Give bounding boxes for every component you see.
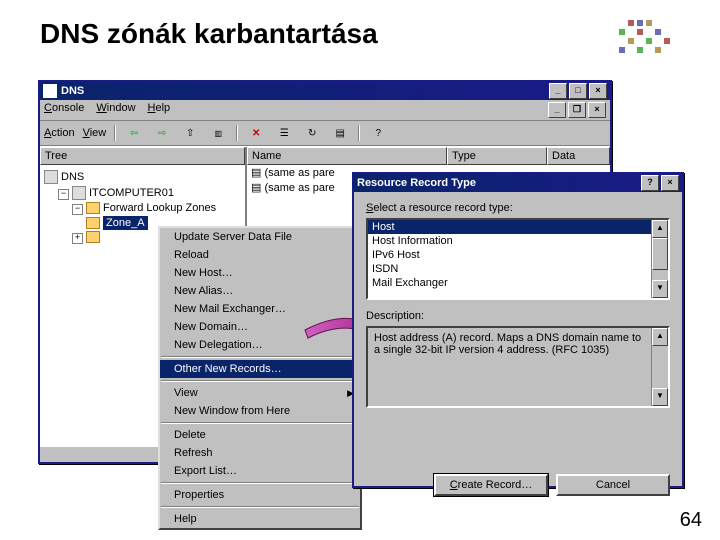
- cancel-button[interactable]: Cancel: [556, 474, 670, 496]
- expand-icon[interactable]: +: [72, 233, 83, 244]
- dialog-title: Resource Record Type: [357, 177, 476, 189]
- slide-page-number: 64: [680, 509, 702, 532]
- collapse-icon[interactable]: −: [58, 189, 69, 200]
- export-toolbar-button[interactable]: ▤: [330, 123, 350, 143]
- ctx-new-host[interactable]: New Host…: [160, 264, 360, 282]
- server-icon: [72, 186, 86, 200]
- minimize-button[interactable]: _: [549, 83, 567, 99]
- listbox-scrollbar[interactable]: ▲ ▼: [651, 220, 668, 298]
- context-menu: Update Server Data File Reload New Host……: [158, 226, 362, 530]
- properties-toolbar-button[interactable]: ☰: [274, 123, 294, 143]
- refresh-toolbar-button[interactable]: ↻: [302, 123, 322, 143]
- decorative-dots: [619, 20, 670, 53]
- option-host-info[interactable]: Host Information: [368, 234, 668, 248]
- help-toolbar-button[interactable]: ?: [368, 123, 388, 143]
- resource-record-dialog: Resource Record Type ? × Select a resour…: [352, 172, 684, 488]
- scroll-up-icon[interactable]: ▲: [652, 328, 668, 346]
- ctx-new-alias[interactable]: New Alias…: [160, 282, 360, 300]
- ctx-refresh[interactable]: Refresh: [160, 444, 360, 462]
- menu-action[interactable]: Action: [44, 127, 75, 139]
- ctx-view[interactable]: View▶: [160, 384, 360, 402]
- option-host[interactable]: Host: [368, 220, 668, 234]
- ctx-reload[interactable]: Reload: [160, 246, 360, 264]
- scroll-up-icon[interactable]: ▲: [652, 220, 668, 238]
- tree-header: Tree: [40, 147, 245, 165]
- dialog-help-button[interactable]: ?: [641, 175, 659, 191]
- option-isdn[interactable]: ISDN: [368, 262, 668, 276]
- col-data[interactable]: Data: [547, 147, 610, 165]
- description-label: Description:: [366, 310, 670, 322]
- description-text: Host address (A) record. Maps a DNS doma…: [374, 332, 641, 356]
- scroll-down-icon[interactable]: ▼: [652, 388, 668, 406]
- ctx-help[interactable]: Help: [160, 510, 360, 528]
- menu-console[interactable]: Console: [44, 102, 84, 118]
- show-hide-button[interactable]: ▥: [208, 123, 228, 143]
- desc-scrollbar[interactable]: ▲ ▼: [651, 328, 668, 406]
- ctx-new-window[interactable]: New Window from Here: [160, 402, 360, 420]
- col-name[interactable]: Name: [247, 147, 447, 165]
- ctx-export-list[interactable]: Export List…: [160, 462, 360, 480]
- ctx-properties[interactable]: Properties: [160, 486, 360, 504]
- child-restore-button[interactable]: ❐: [568, 102, 586, 118]
- delete-toolbar-button[interactable]: ✕: [246, 123, 266, 143]
- mmc-titlebar[interactable]: DNS _ □ ×: [40, 82, 610, 100]
- record-type-listbox[interactable]: Host Host Information IPv6 Host ISDN Mai…: [366, 218, 670, 300]
- back-button[interactable]: ⇦: [124, 123, 144, 143]
- maximize-button[interactable]: □: [569, 83, 587, 99]
- close-button[interactable]: ×: [589, 83, 607, 99]
- menu-help[interactable]: Help: [148, 102, 171, 118]
- description-box: Host address (A) record. Maps a DNS doma…: [366, 326, 670, 408]
- menu-view[interactable]: View: [83, 127, 107, 139]
- select-label: Select a resource record type:: [366, 202, 670, 214]
- option-mx[interactable]: Mail Exchanger: [368, 276, 668, 290]
- zone-icon: [86, 217, 100, 229]
- mmc-toolbar: Action View ⇦ ⇨ ⇧ ▥ ✕ ☰ ↻ ▤ ?: [40, 121, 610, 146]
- dialog-close-button[interactable]: ×: [661, 175, 679, 191]
- menu-window[interactable]: Window: [96, 102, 135, 118]
- collapse-icon[interactable]: −: [72, 204, 83, 215]
- ctx-other-new-records[interactable]: Other New Records…: [160, 360, 360, 378]
- scroll-thumb[interactable]: [652, 238, 668, 270]
- dialog-titlebar[interactable]: Resource Record Type ? ×: [354, 174, 682, 192]
- forward-button[interactable]: ⇨: [152, 123, 172, 143]
- ctx-new-delegation[interactable]: New Delegation…: [160, 336, 360, 354]
- app-icon: [43, 84, 57, 98]
- tree-server[interactable]: −ITCOMPUTER01: [44, 185, 241, 201]
- tree-root-dns[interactable]: DNS: [44, 169, 241, 185]
- mmc-menubar: Console Window Help _ ❐ ×: [40, 100, 610, 121]
- folder-icon: [86, 231, 100, 243]
- child-minimize-button[interactable]: _: [548, 102, 566, 118]
- option-ipv6[interactable]: IPv6 Host: [368, 248, 668, 262]
- tree-flz[interactable]: −Forward Lookup Zones: [44, 201, 241, 216]
- dns-icon: [44, 170, 58, 184]
- window-title: DNS: [61, 85, 84, 97]
- ctx-new-domain[interactable]: New Domain…: [160, 318, 360, 336]
- ctx-update-server-data[interactable]: Update Server Data File: [160, 228, 360, 246]
- scroll-down-icon[interactable]: ▼: [652, 280, 668, 298]
- ctx-new-mx[interactable]: New Mail Exchanger…: [160, 300, 360, 318]
- ctx-delete[interactable]: Delete: [160, 426, 360, 444]
- child-close-button[interactable]: ×: [588, 102, 606, 118]
- create-record-button[interactable]: Create Record…: [434, 474, 548, 496]
- up-button[interactable]: ⇧: [180, 123, 200, 143]
- folder-icon: [86, 202, 100, 214]
- col-type[interactable]: Type: [447, 147, 547, 165]
- slide-title: DNS zónák karbantartása: [0, 0, 720, 60]
